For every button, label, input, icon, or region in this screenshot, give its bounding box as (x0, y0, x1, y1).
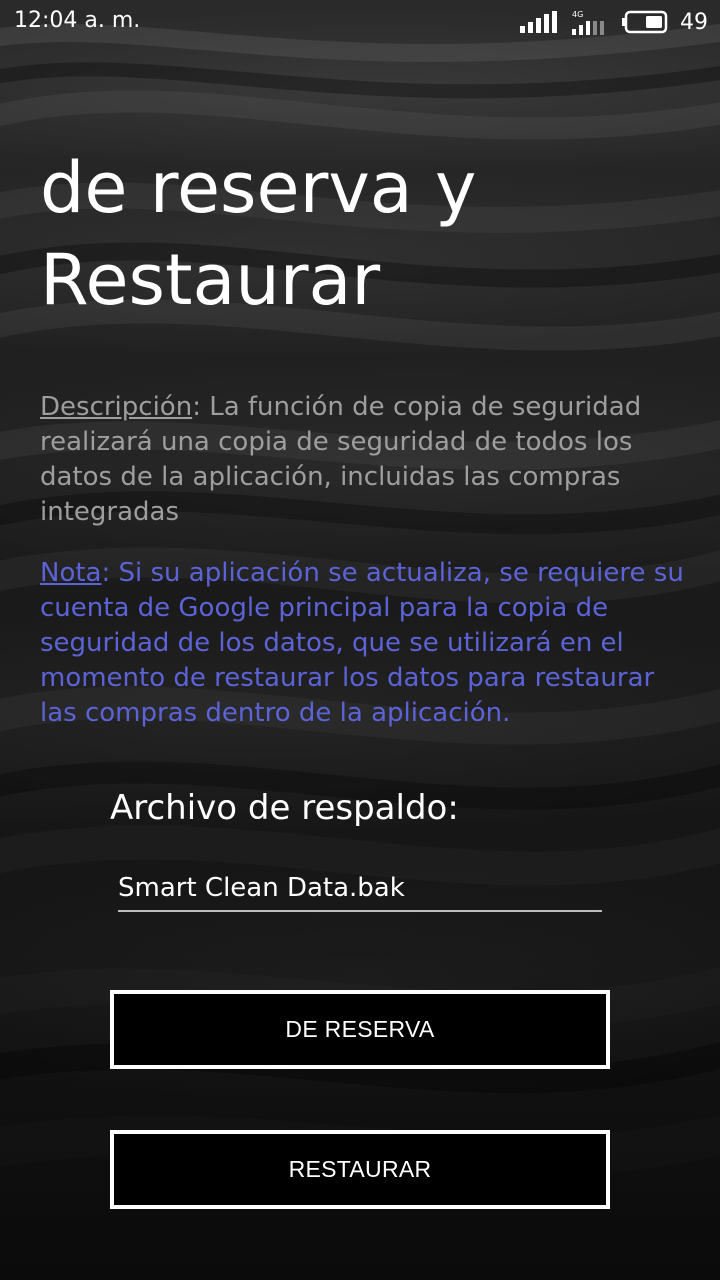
note-body: : Si su aplicación se actualiza, se requ… (40, 558, 684, 728)
restore-button-label: RESTAURAR (288, 1156, 432, 1182)
backup-file-input[interactable] (118, 866, 602, 912)
description-text: Descripción: La función de copia de segu… (40, 390, 690, 530)
network-4g-icon: 4G (572, 10, 604, 35)
battery-icon (622, 10, 668, 34)
page-title: de reserva y Restaurar (40, 142, 700, 326)
note-label: Nota (40, 558, 102, 588)
restore-button[interactable]: RESTAURAR (110, 1130, 610, 1209)
backup-button-label: DE RESERVA (285, 1016, 435, 1042)
note-text: Nota: Si su aplicación se actualiza, se … (40, 556, 690, 731)
signal-icon (520, 11, 557, 33)
page-title-line-1: de reserva y (40, 147, 477, 229)
description-label: Descripción (40, 392, 193, 422)
backup-file-label: Archivo de respaldo: (110, 788, 459, 828)
backup-button[interactable]: DE RESERVA (110, 990, 610, 1069)
backup-restore-screen: 12:04 a. m. 4G 49 de reserva y Restaurar… (0, 0, 720, 1280)
battery-percent: 49 (680, 9, 708, 35)
network-label: 4G (572, 10, 583, 19)
status-time: 12:04 a. m. (14, 8, 141, 33)
status-icons: 4G 49 (520, 8, 708, 36)
page-title-line-2: Restaurar (40, 239, 381, 321)
status-bar: 12:04 a. m. 4G 49 (0, 0, 720, 44)
